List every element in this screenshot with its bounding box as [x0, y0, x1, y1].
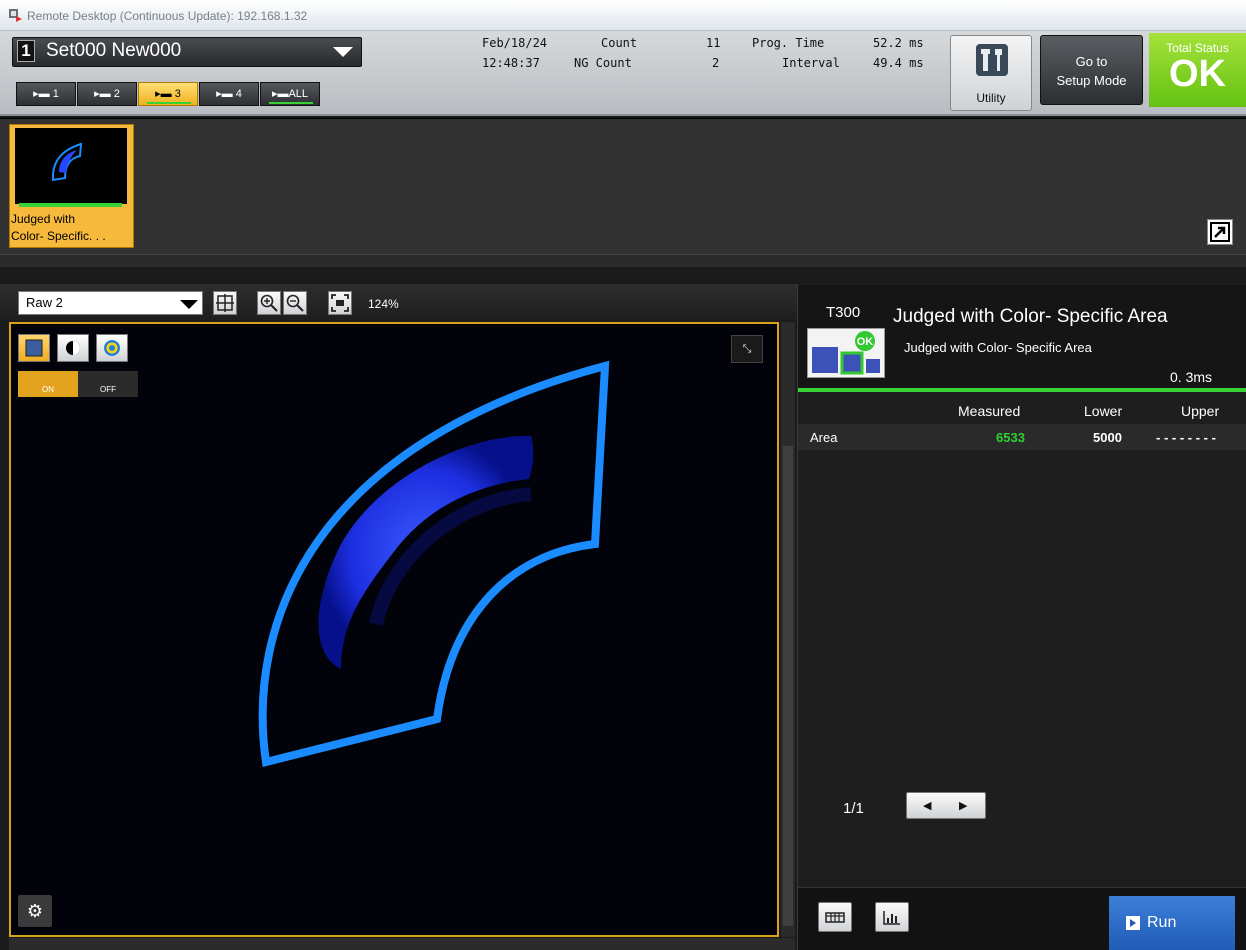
window-titlebar: Remote Desktop (Continuous Update): 192.… [0, 0, 1246, 31]
pager-buttons: ◀ ▶ [906, 792, 986, 819]
display-mode-image-button[interactable] [18, 334, 50, 362]
chevron-down-icon[interactable] [333, 47, 353, 57]
run-button[interactable]: Run [1109, 896, 1235, 950]
prog-time-label: Prog. Time [752, 36, 825, 50]
tool-title: Judged with Color- Specific Area [893, 306, 1168, 327]
thumbnail-scrollbar[interactable] [0, 254, 1246, 267]
scene-number: 1 [17, 40, 35, 62]
go-to-setup-mode-button[interactable]: Go to Setup Mode [1040, 35, 1143, 105]
row-name: Area [810, 430, 838, 445]
tool-status-badge: OK [857, 336, 874, 348]
camera-tab-all[interactable]: ▸▬ALL [260, 82, 320, 106]
fit-screen-icon[interactable] [328, 291, 352, 315]
thumbnail-image [15, 128, 127, 204]
utility-label: Utility [976, 91, 1006, 105]
column-lower: Lower [1084, 403, 1123, 419]
overlay-off-label: OFF [100, 385, 116, 394]
tool-code: T300 [826, 304, 861, 321]
camera-tab-label: ALL [288, 88, 309, 100]
camera-icon: ▸▬ [94, 88, 114, 100]
prog-time-value: 52.2 ms [873, 36, 924, 50]
time-value: 12:48:37 [482, 56, 540, 70]
camera-tab-2[interactable]: ▸▬ 2 [77, 82, 137, 106]
zoom-level: 124% [368, 297, 399, 311]
color-area-tool-icon: OK [807, 328, 885, 378]
count-value: 11 [706, 36, 721, 50]
overlay-on-label: ON [42, 385, 54, 394]
page-indicator: 1/1 [843, 800, 864, 817]
total-status-panel: Total Status OK [1149, 33, 1246, 107]
column-measured: Measured [958, 403, 1021, 419]
image-vertical-scrollbar[interactable] [781, 322, 795, 937]
zoom-out-icon[interactable] [283, 291, 307, 315]
chart-view-icon[interactable] [875, 902, 909, 932]
count-label: Count [601, 36, 638, 50]
zoom-in-icon[interactable] [257, 291, 281, 315]
expand-arrow-icon [1210, 222, 1230, 242]
camera-tab-label: 2 [113, 88, 120, 100]
camera-icon: ▸▬ [33, 88, 53, 100]
utility-button[interactable]: Utility [950, 35, 1032, 111]
go-setup-line1: Go to [1075, 54, 1108, 69]
overlay-off-button[interactable]: OFF [78, 371, 138, 397]
scrollbar-thumb[interactable] [783, 446, 793, 926]
camera-image [11, 324, 777, 935]
scene-name: Set000 New000 [46, 40, 182, 61]
thumbnail-line2: Color- Specific. . . [11, 229, 106, 243]
measured-value: 6533 [996, 430, 1025, 445]
tools-icon [976, 44, 1008, 76]
fullscreen-icon[interactable]: ⤡ [731, 335, 763, 363]
camera-tab-4[interactable]: ▸▬ 4 [199, 82, 259, 106]
tool-status-bar [798, 388, 1246, 392]
gear-icon[interactable]: ⚙ [18, 895, 52, 927]
flow-thumbnail-area [0, 118, 1246, 255]
go-setup-line2: Setup Mode [1056, 73, 1127, 88]
table-view-icon[interactable] [818, 902, 852, 932]
image-horizontal-scrollbar[interactable] [9, 938, 795, 950]
window-title: Remote Desktop (Continuous Update): 192.… [27, 9, 308, 23]
lower-value: 5000 [1093, 430, 1122, 445]
camera-tab-1[interactable]: ▸▬ 1 [16, 82, 76, 106]
image-source-select[interactable]: Raw 2 [18, 291, 203, 315]
tool-description: Judged with Color- Specific Area [904, 340, 1092, 355]
ng-count-label: NG Count [574, 56, 632, 70]
play-icon [1126, 916, 1140, 930]
camera-image-view[interactable]: ON OFF ⤡ ⚙ [9, 322, 779, 937]
thumbnail-line1: Judged with [11, 212, 76, 226]
tool-time: 0. 3ms [1170, 369, 1213, 385]
thumbnail-label: Judged with Color- Specific. . . [11, 211, 106, 245]
camera-tab-label: 3 [174, 88, 181, 100]
total-status-value: OK [1169, 53, 1226, 95]
layout-icon[interactable] [213, 291, 237, 315]
run-label: Run [1147, 914, 1177, 931]
remote-desktop-icon [9, 9, 22, 22]
chevron-down-icon[interactable] [180, 300, 198, 309]
display-mode-color-button[interactable] [96, 334, 128, 362]
interval-label: Interval [782, 56, 840, 70]
expand-icon[interactable] [1207, 219, 1233, 245]
interval-value: 49.4 ms [873, 56, 924, 70]
column-upper: Upper [1181, 403, 1220, 419]
camera-tab-label: 1 [52, 88, 59, 100]
ng-count-value: 2 [712, 56, 720, 70]
camera-icon: ▸▬ [271, 88, 289, 100]
camera-tab-label: 4 [235, 88, 242, 100]
upper-value: - - - - - - - - [1156, 430, 1216, 445]
prev-page-icon[interactable]: ◀ [923, 799, 931, 812]
next-page-icon[interactable]: ▶ [959, 799, 967, 812]
thumbnail-status-bar [19, 203, 122, 207]
display-mode-contrast-button[interactable] [57, 334, 89, 362]
camera-tab-3[interactable]: ▸▬ 3 [138, 82, 198, 106]
overlay-on-button[interactable]: ON [18, 371, 78, 397]
date-value: Feb/18/24 [482, 36, 548, 50]
camera-icon: ▸▬ [216, 88, 236, 100]
camera-icon: ▸▬ [155, 88, 175, 100]
